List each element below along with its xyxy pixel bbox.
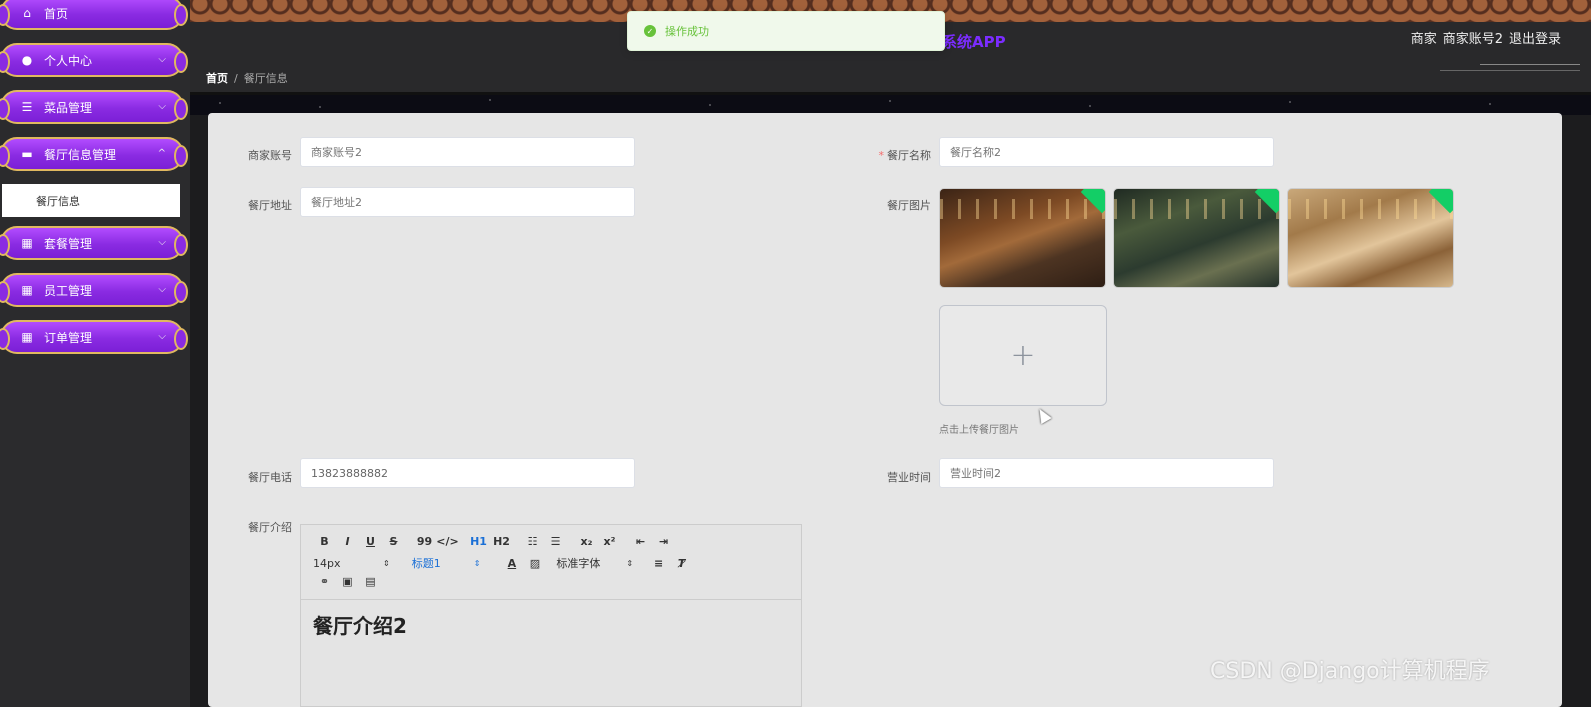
sidebar-item-order-management[interactable]: ▦ 订单管理 ⌵ [0, 320, 188, 354]
grid-icon: ▦ [21, 330, 33, 344]
home-icon: ⌂ [23, 6, 31, 20]
image-upload-button[interactable]: + [939, 305, 1107, 406]
h2-button[interactable]: H2 [490, 535, 513, 548]
sidebar-item-label: 个人中心 [44, 53, 93, 68]
superscript-button[interactable]: x² [598, 535, 621, 548]
chevron-down-icon: ⌵ [158, 101, 166, 112]
breadcrumb-separator: / [234, 72, 238, 85]
grid-icon: ▦ [21, 283, 33, 297]
quote-button[interactable]: 99 [413, 535, 436, 548]
submenu-item-restaurant-info[interactable]: 餐厅信息 [2, 184, 180, 217]
intro-label: 餐厅介绍 [248, 521, 292, 534]
outdent-icon[interactable]: ⇤ [629, 535, 652, 548]
phone-input[interactable] [300, 458, 635, 488]
user-role: 商家 [1410, 32, 1437, 47]
sidebar-item-home[interactable]: ⌂ 首页 [0, 0, 188, 30]
italic-button[interactable]: I [336, 535, 359, 548]
h1-button[interactable]: H1 [467, 535, 490, 548]
business-hours-label: 营业时间 [887, 471, 931, 484]
grid-icon: ▦ [21, 236, 33, 250]
divider [1480, 64, 1580, 65]
sidebar-item-staff-management[interactable]: ▦ 员工管理 ⌵ [0, 273, 188, 307]
clear-format-icon[interactable]: T̷ [670, 557, 693, 570]
list-icon: ☰ [21, 100, 33, 114]
select-arrow-icon: ⇕ [383, 558, 390, 568]
restaurant-image-3[interactable] [1287, 188, 1454, 288]
sidebar-item-dish-management[interactable]: ☰ 菜品管理 ⌵ [0, 90, 188, 124]
bold-button[interactable]: B [313, 535, 336, 548]
restaurant-info-form: 商家账号 *餐厅名称 餐厅地址 餐厅图片 + 点击上传餐厅图片 餐厅电话 营业时… [208, 113, 1562, 707]
font-family-select[interactable]: 标准字体 [556, 555, 626, 571]
divider [1440, 70, 1580, 71]
breadcrumb-current: 餐厅信息 [243, 72, 288, 85]
restaurant-address-label: 餐厅地址 [248, 199, 292, 212]
chevron-down-icon: ⌵ [158, 237, 166, 248]
breadcrumb: 首页 / 餐厅信息 [206, 70, 288, 86]
restaurant-image-1[interactable] [939, 188, 1106, 288]
sidebar-item-label: 员工管理 [44, 283, 93, 298]
restaurant-name-label-text: 餐厅名称 [887, 149, 931, 162]
editor-toolbar: B I U S 99 </> H1 H2 ☷ ☰ x₂ x² ⇤ ⇥ 14px ⇕… [301, 525, 801, 600]
user-icon: ● [21, 53, 33, 67]
strike-button[interactable]: S [382, 535, 405, 548]
sidebar-item-package-management[interactable]: ▦ 套餐管理 ⌵ [0, 226, 188, 260]
ordered-list-icon[interactable]: ☷ [521, 535, 544, 548]
font-size-select[interactable]: 14px [313, 557, 383, 570]
video-icon[interactable]: ▤ [359, 575, 382, 588]
sidebar-item-label: 订单管理 [44, 330, 93, 345]
background-color-icon[interactable]: ▨ [523, 557, 546, 570]
align-icon[interactable]: ≡ [647, 557, 670, 570]
phone-label: 餐厅电话 [248, 471, 292, 484]
toast-message: 操作成功 [665, 25, 709, 38]
chevron-down-icon: ⌵ [158, 54, 166, 65]
sidebar-item-label: 菜品管理 [44, 100, 93, 115]
code-block-button[interactable]: </> [436, 535, 459, 548]
font-color-icon[interactable]: A [500, 557, 523, 570]
chevron-down-icon: ⌵ [158, 284, 166, 295]
select-arrow-icon: ⇕ [626, 558, 634, 568]
sidebar-item-personal-center[interactable]: ● 个人中心 ⌵ [0, 43, 188, 77]
rich-text-editor: B I U S 99 </> H1 H2 ☷ ☰ x₂ x² ⇤ ⇥ 14px ⇕… [300, 524, 802, 707]
link-icon[interactable]: ⚭ [313, 575, 336, 588]
business-hours-input[interactable] [939, 458, 1274, 488]
logout-button[interactable]: 退出登录 [1509, 32, 1561, 47]
watermark: CSDN @Django计算机程序 [1210, 659, 1490, 684]
indent-icon[interactable]: ⇥ [652, 535, 675, 548]
bullet-list-icon[interactable]: ☰ [544, 535, 567, 548]
required-marker: * [878, 149, 885, 162]
check-icon: ✓ [644, 25, 656, 37]
heading-select[interactable]: 标题1 [412, 555, 474, 571]
app-title: 系统APP [942, 33, 1006, 51]
plus-icon: + [1010, 338, 1036, 373]
chevron-up-icon: ^ [157, 148, 166, 159]
restaurant-image-2[interactable] [1113, 188, 1280, 288]
starfield-background [190, 95, 1591, 115]
editor-content[interactable]: 餐厅介绍2 [301, 600, 801, 649]
restaurant-images-label: 餐厅图片 [887, 199, 931, 212]
restaurant-address-input[interactable] [300, 187, 635, 217]
chevron-down-icon: ⌵ [158, 331, 166, 342]
merchant-account-label: 商家账号 [248, 149, 292, 162]
monitor-icon: ▬ [21, 147, 33, 161]
restaurant-name-input[interactable] [939, 137, 1274, 167]
username: 商家账号2 [1442, 32, 1503, 47]
merchant-account-input[interactable] [300, 137, 635, 167]
sidebar-item-label: 套餐管理 [44, 236, 93, 251]
success-toast: ✓ 操作成功 [627, 11, 945, 51]
image-icon[interactable]: ▣ [336, 575, 359, 588]
upload-hint: 点击上传餐厅图片 [939, 425, 1019, 436]
sidebar-item-restaurant-info-management[interactable]: ▬ 餐厅信息管理 ^ [0, 137, 188, 171]
select-arrow-icon: ⇕ [473, 558, 481, 568]
sidebar: ⌂ 首页 ● 个人中心 ⌵ ☰ 菜品管理 ⌵ ▬ 餐厅信息管理 ^ 餐厅信息 ▦… [0, 0, 190, 707]
restaurant-name-label: * 餐厅名称 [851, 147, 932, 163]
user-info: 商家 商家账号2 退出登录 [1405, 28, 1561, 47]
sidebar-item-label: 餐厅信息管理 [44, 147, 117, 162]
breadcrumb-home[interactable]: 首页 [206, 72, 228, 85]
sidebar-item-label: 首页 [44, 6, 69, 21]
underline-button[interactable]: U [359, 535, 382, 548]
subscript-button[interactable]: x₂ [575, 535, 598, 548]
submenu-item-label: 餐厅信息 [36, 194, 80, 208]
